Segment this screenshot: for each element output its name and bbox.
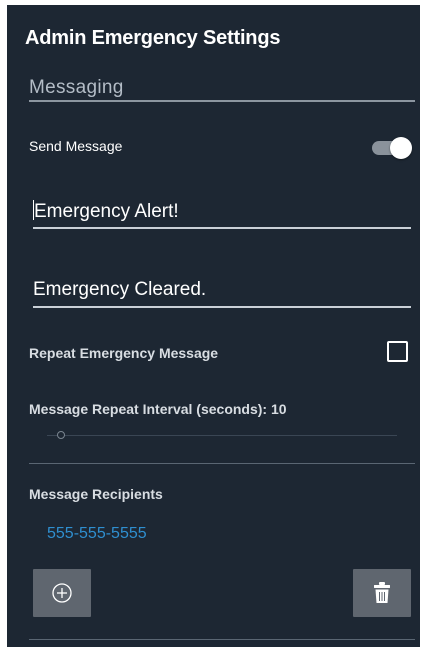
recipient-phone-link[interactable]: 555-555-5555	[47, 525, 147, 543]
plus-circle-icon	[52, 583, 72, 603]
repeat-interval-label: Message Repeat Interval (seconds): 10	[29, 401, 287, 417]
repeat-message-label: Repeat Emergency Message	[29, 345, 219, 361]
repeat-message-checkbox[interactable]	[387, 341, 408, 362]
emergency-message-input[interactable]: Emergency Alert!	[33, 195, 411, 229]
messaging-section-header: Messaging	[29, 77, 124, 98]
send-message-label: Send Message	[29, 138, 123, 154]
repeat-interval-slider[interactable]	[47, 429, 397, 443]
cleared-message-input[interactable]: Emergency Cleared.	[33, 274, 411, 308]
settings-screen: Admin Emergency Settings Messaging Send …	[7, 5, 420, 647]
delete-recipient-button[interactable]	[353, 569, 411, 617]
add-recipient-button[interactable]	[33, 569, 91, 617]
slider-thumb[interactable]	[57, 431, 65, 439]
divider	[29, 463, 415, 464]
slider-track	[47, 435, 397, 436]
toggle-thumb	[390, 137, 412, 159]
cleared-message-value: Emergency Cleared.	[33, 279, 207, 300]
divider	[29, 639, 415, 640]
trash-icon	[374, 582, 390, 603]
page-title: Admin Emergency Settings	[25, 27, 281, 49]
send-message-toggle[interactable]	[370, 137, 414, 159]
emergency-message-value: Emergency Alert!	[34, 201, 179, 222]
recipients-label: Message Recipients	[29, 486, 163, 502]
section-underline	[29, 100, 415, 102]
